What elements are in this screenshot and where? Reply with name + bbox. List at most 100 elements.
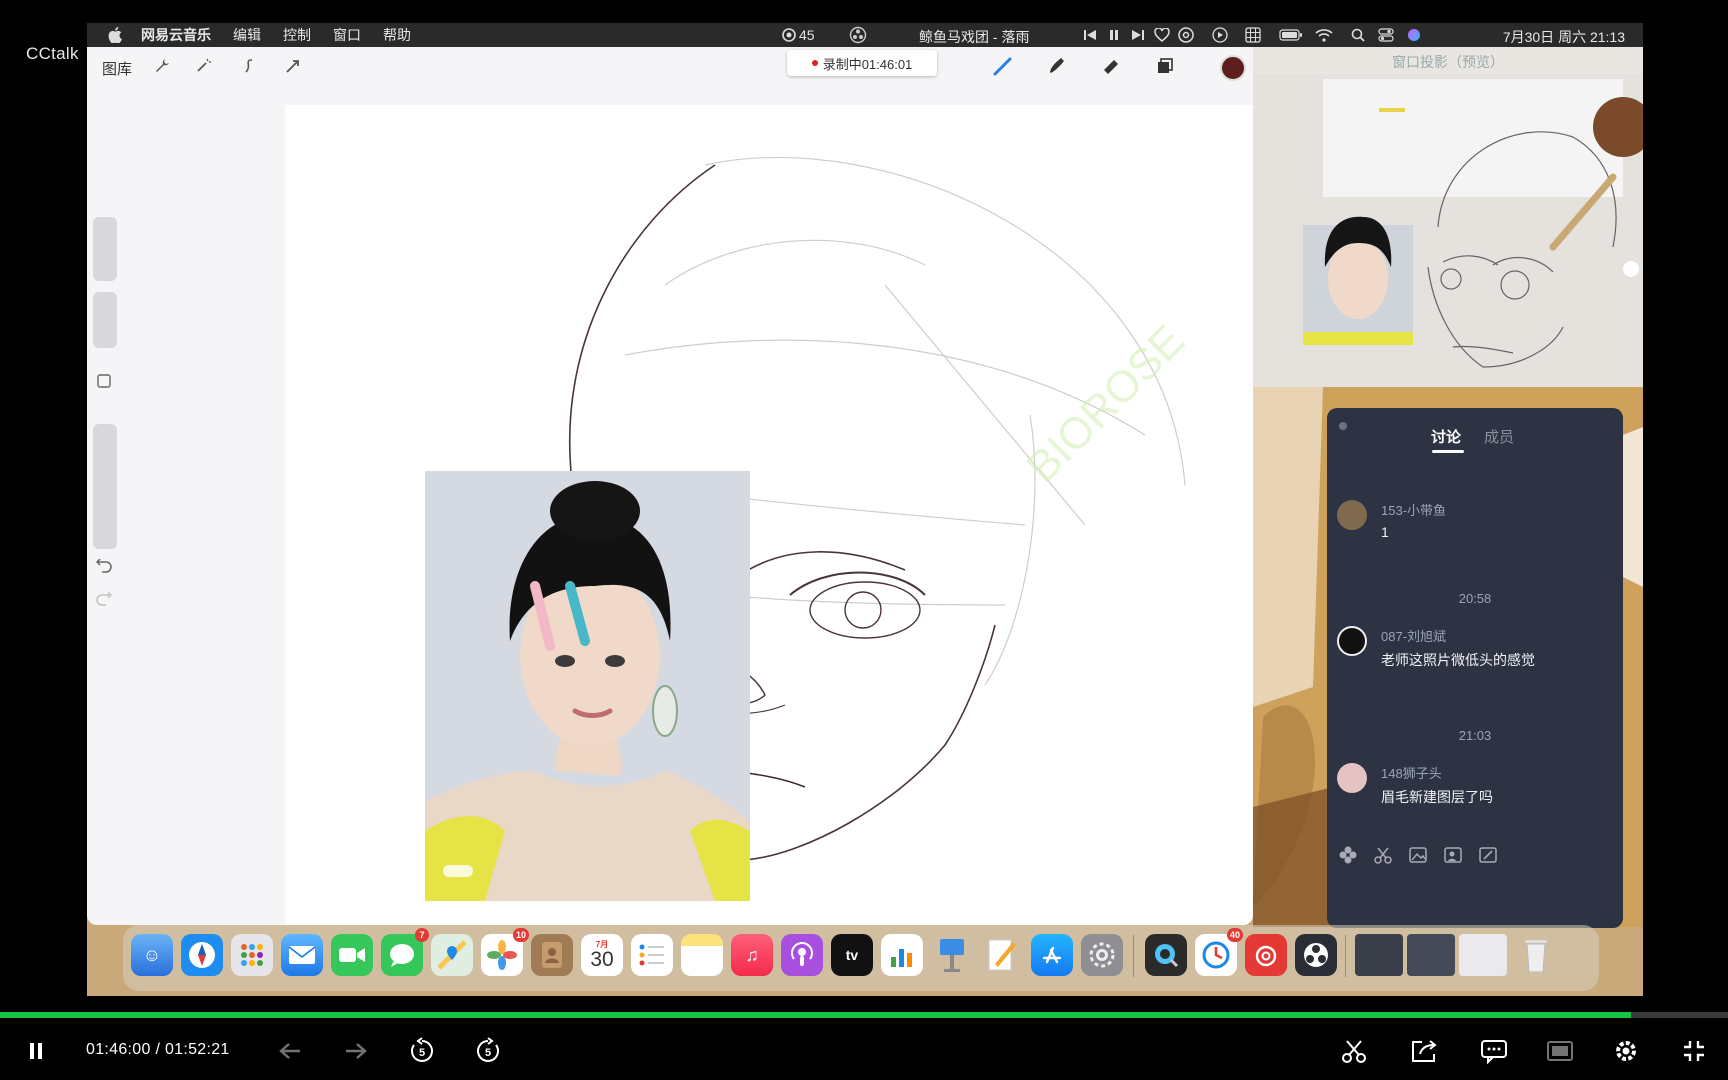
app-store-icon[interactable] [1031, 934, 1073, 976]
rewind-5s-icon[interactable]: 5 [408, 1037, 436, 1065]
previous-arrow-icon[interactable] [276, 1037, 304, 1065]
exit-fullscreen-icon[interactable] [1680, 1037, 1708, 1065]
undo-icon[interactable] [95, 558, 112, 575]
finder-icon[interactable]: ☺ [131, 934, 173, 976]
message-username[interactable]: 148狮子头 [1381, 763, 1442, 782]
minimized-window-1[interactable] [1355, 934, 1403, 976]
heart-icon[interactable] [1153, 27, 1171, 43]
danmaku-comment-icon[interactable] [1480, 1037, 1508, 1065]
keynote-icon[interactable] [931, 934, 973, 976]
brush-size-slider-lower[interactable] [93, 292, 117, 348]
system-preferences-icon[interactable] [1081, 934, 1123, 976]
battery-icon[interactable] [1279, 27, 1303, 43]
brush-size-slider[interactable] [93, 217, 117, 281]
apple-tv-icon[interactable]: tv [831, 934, 873, 976]
forward-5s-icon[interactable]: 5 [474, 1037, 502, 1065]
minimized-window-2[interactable] [1407, 934, 1455, 976]
scissors-icon[interactable] [1372, 844, 1394, 866]
notes-icon[interactable] [681, 934, 723, 976]
messages-icon[interactable]: 7 [381, 928, 429, 976]
avatar[interactable] [1337, 763, 1367, 793]
trash-icon[interactable] [1515, 934, 1557, 976]
smudge-icon[interactable] [1045, 55, 1067, 77]
avatar[interactable] [1337, 626, 1367, 656]
play-circle-icon[interactable] [1211, 27, 1229, 43]
pages-icon[interactable] [981, 934, 1023, 976]
playback-progress-bar[interactable] [0, 1012, 1728, 1018]
previous-track-icon[interactable] [1081, 27, 1099, 43]
edit-image-icon[interactable] [1477, 844, 1499, 866]
gallery-button[interactable]: 图库 [102, 58, 132, 79]
time-separator: 21:03 [1458, 728, 1492, 743]
message-username[interactable]: 087-刘旭斌 [1381, 626, 1446, 645]
menubar-count-value: 45 [799, 27, 815, 43]
magic-wand-icon[interactable] [192, 55, 214, 77]
control-center-icon[interactable] [1377, 27, 1395, 43]
calendar-day: 30 [590, 947, 614, 971]
reminders-icon[interactable] [631, 934, 673, 976]
player-controls: 01:46:00 / 01:52:21 5 5 [0, 1020, 1728, 1080]
photos-icon[interactable]: 10 [481, 928, 529, 976]
menubar-count-badge[interactable]: 45 [782, 27, 815, 43]
drawing-canvas[interactable]: BIOROSE [285, 105, 1253, 925]
menu-control[interactable]: 控制 [283, 25, 311, 45]
mac-dock: ☺ 7 10 7月 30 ♫ tv 40 [123, 925, 1599, 991]
window-projection-preview[interactable]: 窗口投影（预览） [1253, 47, 1643, 387]
next-track-icon[interactable] [1129, 27, 1147, 43]
obs-studio-icon[interactable] [1295, 934, 1337, 976]
safari-icon[interactable] [181, 934, 223, 976]
netease-music-icon[interactable] [1177, 27, 1195, 43]
active-tab-underline [1432, 450, 1464, 453]
opacity-slider[interactable] [93, 424, 117, 549]
search-icon[interactable] [1349, 27, 1367, 43]
launchpad-icon[interactable] [231, 934, 273, 976]
message-username[interactable]: 153-小带鱼 [1381, 500, 1446, 519]
facetime-icon[interactable] [331, 934, 373, 976]
flower-icon[interactable] [1337, 844, 1359, 866]
clip-scissors-icon[interactable] [1340, 1037, 1368, 1065]
numbers-icon[interactable] [881, 934, 923, 976]
menubar-app-name[interactable]: 网易云音乐 [141, 25, 211, 45]
maps-icon[interactable] [431, 934, 473, 976]
reference-photo [425, 471, 750, 901]
next-arrow-icon[interactable] [342, 1037, 370, 1065]
modify-button-icon[interactable] [96, 373, 112, 389]
color-picker-swatch[interactable] [1220, 55, 1246, 81]
menu-edit[interactable]: 编辑 [233, 25, 261, 45]
layers-icon[interactable] [1154, 55, 1176, 77]
menu-window[interactable]: 窗口 [333, 25, 361, 45]
tab-members[interactable]: 成员 [1484, 426, 1514, 447]
wrench-icon[interactable] [151, 55, 173, 77]
qq-icon[interactable]: 40 [1195, 928, 1243, 976]
transform-arrow-icon[interactable] [282, 55, 304, 77]
screenshot-icon[interactable] [1442, 844, 1464, 866]
tab-discussion[interactable]: 讨论 [1431, 426, 1461, 447]
pause-track-icon[interactable] [1105, 27, 1123, 43]
netease-cloud-music-icon[interactable] [1245, 934, 1287, 976]
mail-icon[interactable] [281, 934, 323, 976]
menu-help[interactable]: 帮助 [383, 25, 411, 45]
video-stream[interactable]: 网易云音乐 编辑 控制 窗口 帮助 45 鲸鱼马戏团 - 落雨 7月30日 周六… [87, 23, 1643, 996]
quicktime-icon[interactable] [1145, 934, 1187, 976]
projection-thumbnail [1253, 74, 1643, 387]
avatar[interactable] [1337, 500, 1367, 530]
contacts-icon[interactable] [531, 934, 573, 976]
brush-icon[interactable] [992, 55, 1014, 77]
menubar-clock[interactable]: 7月30日 周六 21:13 [1503, 27, 1625, 47]
redo-icon[interactable] [96, 591, 113, 608]
obs-icon[interactable] [849, 26, 867, 44]
pause-icon[interactable] [22, 1037, 50, 1065]
calendar-icon[interactable]: 7月 30 [581, 934, 623, 976]
picture-in-picture-icon[interactable] [1546, 1037, 1574, 1065]
podcasts-icon[interactable] [781, 934, 823, 976]
siri-icon[interactable] [1405, 27, 1423, 43]
settings-gear-icon[interactable] [1612, 1037, 1640, 1065]
selection-icon[interactable] [237, 55, 259, 77]
music-icon[interactable]: ♫ [731, 934, 773, 976]
grid-icon[interactable] [1244, 27, 1262, 43]
wifi-icon[interactable] [1315, 27, 1333, 43]
image-icon[interactable] [1407, 844, 1429, 866]
share-icon[interactable] [1410, 1037, 1438, 1065]
eraser-icon[interactable] [1100, 55, 1122, 77]
minimized-window-3[interactable] [1459, 934, 1507, 976]
